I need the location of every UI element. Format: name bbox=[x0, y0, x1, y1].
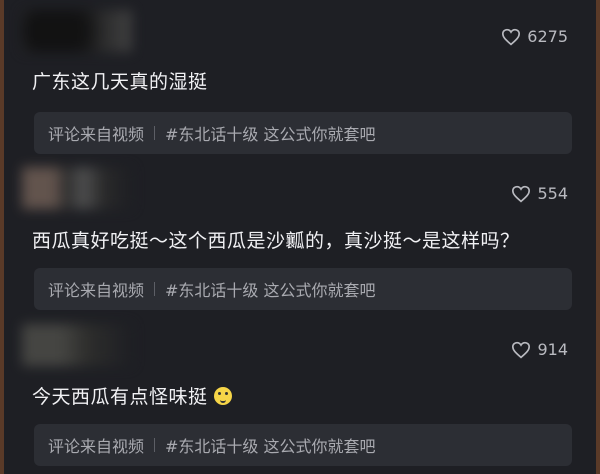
source-label: 评论来自视频 bbox=[48, 437, 145, 456]
source-tag: #东北话十级 这公式你就套吧 bbox=[165, 281, 376, 300]
like-count: 6275 bbox=[527, 27, 568, 46]
heart-icon bbox=[502, 28, 521, 45]
divider bbox=[154, 282, 156, 296]
source-label: 评论来自视频 bbox=[48, 125, 145, 144]
source-video-link[interactable]: 评论来自视频 #东北话十级 这公式你就套吧 bbox=[34, 424, 572, 466]
blurred-avatar[interactable] bbox=[22, 167, 132, 209]
right-border bbox=[596, 0, 600, 474]
like-button[interactable]: 554 bbox=[511, 184, 568, 203]
like-button[interactable]: 6275 bbox=[501, 27, 568, 46]
heart-icon bbox=[512, 185, 531, 202]
heart-icon bbox=[512, 341, 531, 358]
source-tag: #东北话十级 这公式你就套吧 bbox=[165, 125, 376, 144]
divider bbox=[154, 126, 156, 140]
like-count: 914 bbox=[537, 340, 568, 359]
divider bbox=[154, 438, 156, 452]
comment-text-body: 今天西瓜有点怪味挺 bbox=[32, 386, 208, 408]
source-tag: #东北话十级 这公式你就套吧 bbox=[165, 437, 376, 456]
comment-text: 广东这几天真的湿挺 bbox=[32, 71, 208, 93]
like-button[interactable]: 914 bbox=[511, 340, 568, 359]
blurred-avatar[interactable] bbox=[22, 10, 132, 52]
source-video-link[interactable]: 评论来自视频 #东北话十级 这公式你就套吧 bbox=[34, 268, 572, 310]
scared-face-icon bbox=[213, 387, 232, 405]
comment-text: 今天西瓜有点怪味挺 bbox=[32, 382, 232, 409]
blurred-avatar[interactable] bbox=[22, 324, 132, 366]
comment-list: 6275 广东这几天真的湿挺 评论来自视频 #东北话十级 这公式你就套吧 554… bbox=[4, 0, 596, 474]
comment-text: 西瓜真好吃挺～这个西瓜是沙瓤的，真沙挺～是这样吗？ bbox=[32, 230, 520, 252]
like-count: 554 bbox=[537, 184, 568, 203]
source-video-link[interactable]: 评论来自视频 #东北话十级 这公式你就套吧 bbox=[34, 112, 572, 154]
source-label: 评论来自视频 bbox=[48, 281, 145, 300]
